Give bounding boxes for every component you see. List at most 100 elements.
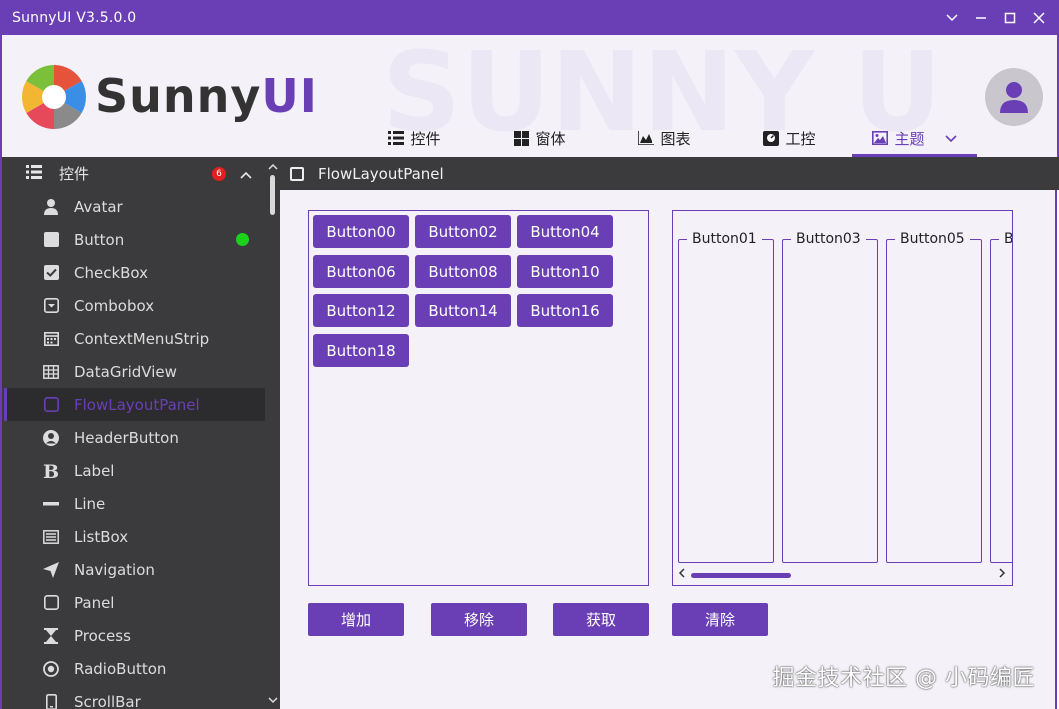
sidebar-item-label: Combobox: [74, 296, 155, 315]
page-title: FlowLayoutPanel: [318, 164, 444, 183]
tab-industrial[interactable]: 工控: [727, 119, 852, 157]
sidebar-item-label: Avatar: [74, 197, 123, 216]
sidebar-group-label: 控件: [59, 165, 90, 183]
group-box-title: Button05: [895, 231, 970, 247]
tab-controls[interactable]: 控件: [352, 119, 477, 157]
sidebar-item-radiobutton[interactable]: RadioButton: [4, 652, 265, 685]
sidebar-item-label: FlowLayoutPanel: [74, 395, 200, 414]
user-circle-icon: [42, 429, 60, 447]
maximize-icon[interactable]: [995, 0, 1024, 35]
group-box-title: Button01: [687, 231, 762, 247]
sidebar-item-panel[interactable]: Panel: [4, 586, 265, 619]
logo-text: SunnyUI: [95, 69, 318, 123]
tab-label: 控件: [410, 129, 441, 148]
list-icon: [388, 130, 405, 146]
scroll-up-icon[interactable]: [266, 159, 280, 173]
bold-icon: B: [42, 462, 60, 480]
button-04[interactable]: Button04: [517, 215, 613, 248]
tab-label: 图表: [660, 129, 691, 148]
sidebar-scrollbar[interactable]: [265, 157, 280, 709]
sidebar-item-navigation[interactable]: Navigation: [4, 553, 265, 586]
button-02[interactable]: Button02: [415, 215, 511, 248]
chevron-down-icon[interactable]: [937, 0, 966, 35]
sidebar-item-flowlayoutpanel[interactable]: FlowLayoutPanel: [4, 388, 265, 421]
sidebar-item-listbox[interactable]: ListBox: [4, 520, 265, 553]
button-10[interactable]: Button10: [517, 255, 613, 288]
sidebar-item-button[interactable]: Button: [4, 223, 265, 256]
sidebar-item-checkbox[interactable]: CheckBox: [4, 256, 265, 289]
avatar[interactable]: [985, 68, 1043, 126]
sidebar-item-label: ContextMenuStrip: [74, 329, 210, 348]
sidebar-item-label: Line: [74, 494, 106, 513]
tab-label: 工控: [785, 129, 816, 148]
button-18[interactable]: Button18: [313, 334, 409, 367]
sidebar-item-label: Panel: [74, 593, 115, 612]
hourglass-icon: [42, 627, 60, 645]
chevron-up-icon[interactable]: [240, 165, 252, 183]
button-16[interactable]: Button16: [517, 294, 613, 327]
sidebar-item-contextmenustrip[interactable]: ContextMenuStrip: [4, 322, 265, 355]
svg-text:B: B: [43, 462, 59, 480]
count-badge: 6: [212, 166, 226, 181]
mobile-icon: [42, 693, 60, 709]
main-tabs: 控件 窗体 图表 工控 主题: [352, 119, 977, 157]
get-button[interactable]: 获取: [553, 603, 649, 636]
title-bar: SunnyUI V3.5.0.0: [0, 0, 1059, 35]
sidebar-item-label: Navigation: [74, 560, 155, 579]
remove-button[interactable]: 移除: [431, 603, 527, 636]
sidebar-item-avatar[interactable]: Avatar: [4, 190, 265, 223]
sidebar-item-label: RadioButton: [74, 659, 167, 678]
scroll-left-icon[interactable]: [678, 568, 685, 581]
window-title: SunnyUI V3.5.0.0: [12, 9, 137, 26]
sidebar-item-label: ListBox: [74, 527, 129, 546]
radio-icon: [42, 660, 60, 678]
sidebar-item-process[interactable]: Process: [4, 619, 265, 652]
group-box: Button05: [886, 231, 982, 563]
group-box: Button01: [678, 231, 774, 563]
sidebar: 控件 6 Avatar Button CheckBox Combobox Con…: [0, 157, 280, 709]
sidebar-item-line[interactable]: Line: [4, 487, 265, 520]
user-icon: [42, 198, 60, 216]
checkbox-icon: [42, 264, 60, 282]
flow-layout-panel-groups: Button01 Button03 Button05 B: [672, 210, 1013, 586]
add-button[interactable]: 增加: [308, 603, 404, 636]
sidebar-item-label[interactable]: B Label: [4, 454, 265, 487]
button-14[interactable]: Button14: [415, 294, 511, 327]
scroll-down-icon[interactable]: [266, 693, 280, 707]
minimize-icon[interactable]: [966, 0, 995, 35]
square-outline-icon: [42, 594, 60, 612]
sidebar-item-headerbutton[interactable]: HeaderButton: [4, 421, 265, 454]
paper-plane-icon: [42, 561, 60, 579]
sidebar-item-scrollbar[interactable]: ScrollBar: [4, 685, 265, 709]
button-00[interactable]: Button00: [313, 215, 409, 248]
tab-forms[interactable]: 窗体: [477, 119, 602, 157]
sidebar-item-label: ScrollBar: [74, 692, 141, 709]
calendar-icon: [42, 330, 60, 348]
scroll-right-icon[interactable]: [999, 568, 1006, 581]
tab-themes[interactable]: 主题: [852, 119, 977, 157]
sidebar-group-controls[interactable]: 控件 6: [4, 157, 262, 190]
gauge-icon: [763, 130, 780, 146]
app-header: SUNNY UI SunnyUI 控件 窗体 图表 工控 主题: [0, 35, 1059, 157]
chevron-down-icon[interactable]: [944, 129, 957, 147]
close-icon[interactable]: [1024, 0, 1053, 35]
square-outline-icon: [290, 166, 304, 181]
sidebar-item-label: Button: [74, 230, 125, 249]
sidebar-item-label: CheckBox: [74, 263, 149, 282]
sidebar-item-datagridview[interactable]: DataGridView: [4, 355, 265, 388]
sidebar-item-combobox[interactable]: Combobox: [4, 289, 265, 322]
horizontal-scrollbar[interactable]: [677, 568, 1010, 582]
tab-label: 窗体: [535, 129, 566, 148]
logo-text-accent: UI: [261, 69, 318, 123]
sidebar-item-label: Label: [74, 461, 115, 480]
clear-button[interactable]: 清除: [672, 603, 768, 636]
button-08[interactable]: Button08: [415, 255, 511, 288]
watermark-text: 掘金技术社区 @ 小码编匠: [772, 666, 1035, 691]
button-06[interactable]: Button06: [313, 255, 409, 288]
scrollbar-thumb[interactable]: [270, 175, 275, 215]
tab-charts[interactable]: 图表: [602, 119, 727, 157]
sidebar-item-label: Process: [74, 626, 131, 645]
scrollbar-thumb[interactable]: [691, 573, 791, 578]
button-12[interactable]: Button12: [313, 294, 409, 327]
logo-icon: [22, 65, 86, 129]
